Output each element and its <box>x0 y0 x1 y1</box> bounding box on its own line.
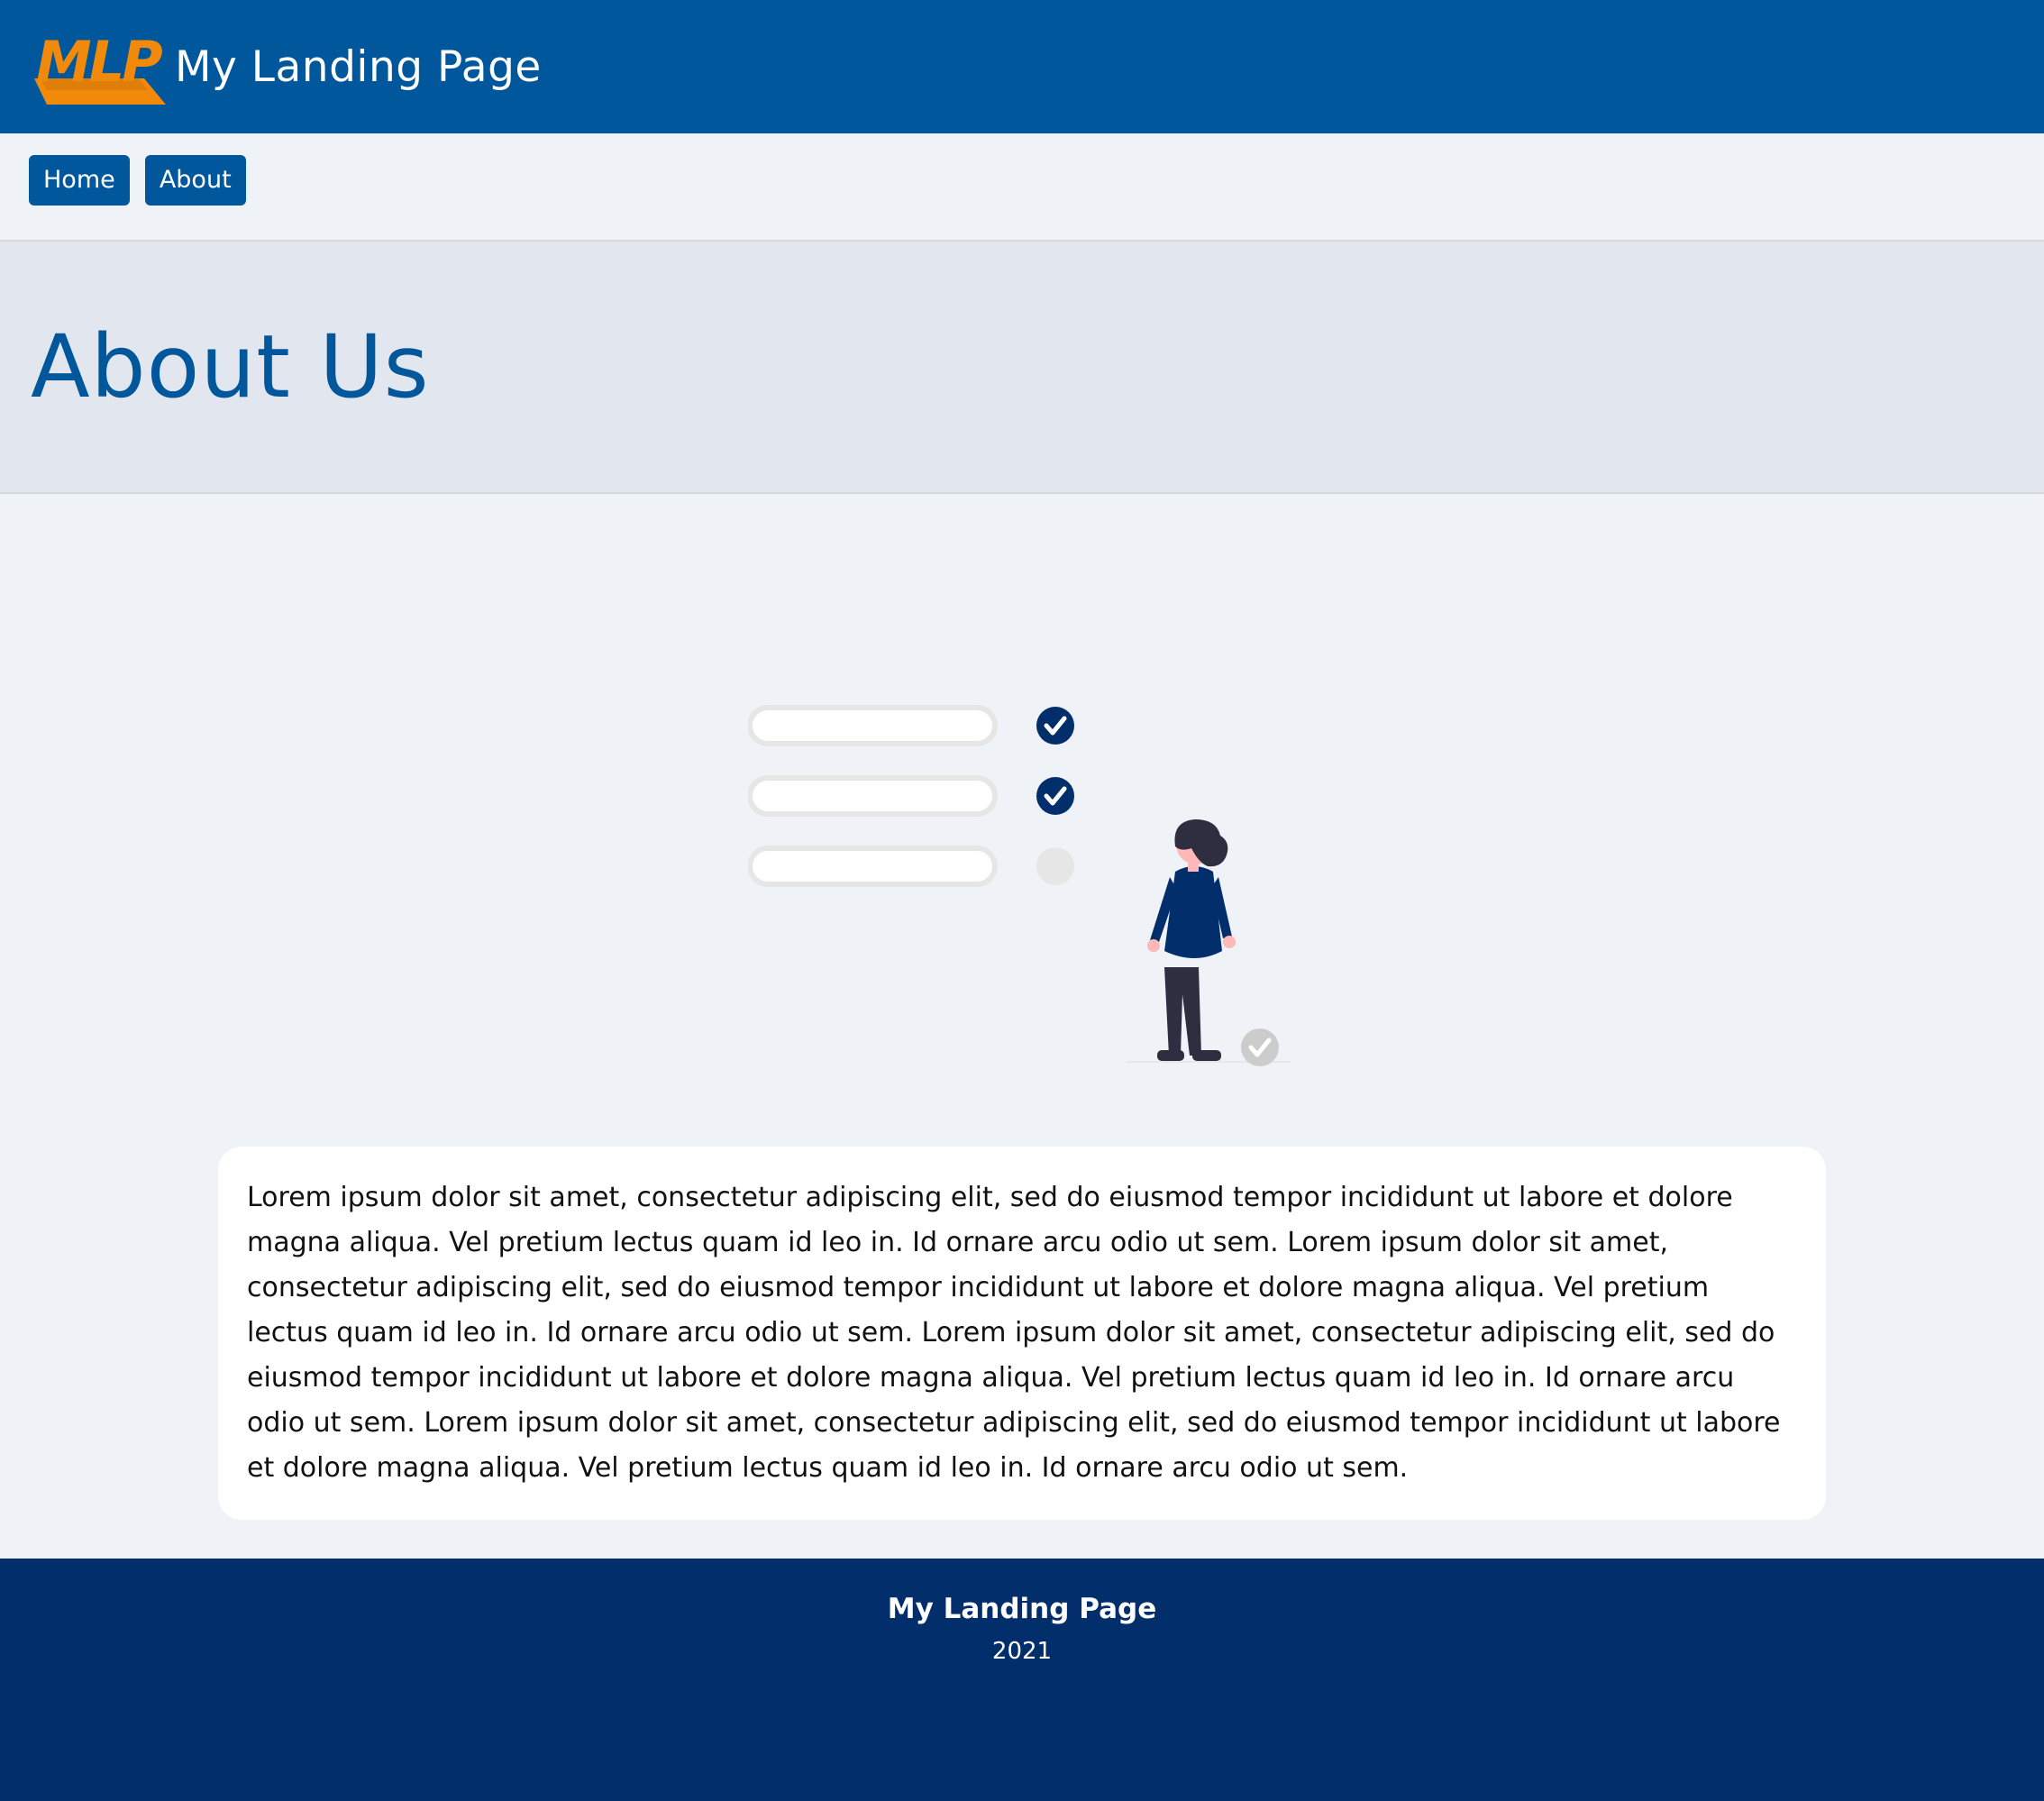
logo-text: MLP <box>36 29 162 95</box>
about-paragraph: Lorem ipsum dolor sit amet, consectetur … <box>247 1182 1781 1484</box>
checklist-row-2 <box>748 775 1074 817</box>
about-text-card: Lorem ipsum dolor sit amet, consectetur … <box>218 1147 1826 1520</box>
footer-year: 2021 <box>991 1638 1053 1665</box>
grey-check-icon <box>1241 1028 1279 1066</box>
main-content: Lorem ipsum dolor sit amet, consectetur … <box>0 494 2044 1558</box>
unchecked-icon <box>1036 847 1074 885</box>
site-header: MLP My Landing Page <box>0 0 2044 133</box>
checked-icon <box>1036 777 1074 815</box>
checklist-row-3 <box>748 846 1074 887</box>
person-figure <box>1147 819 1236 1061</box>
checklist-row-1 <box>748 705 1074 746</box>
main-nav: Home About <box>0 133 2044 242</box>
nav-about-button[interactable]: About <box>144 155 246 206</box>
checklist-illustration <box>748 705 1291 1066</box>
checked-icon <box>1036 707 1074 745</box>
mlp-logo[interactable]: MLP <box>34 29 168 105</box>
footer-title: My Landing Page <box>887 1593 1157 1625</box>
nav-home-button[interactable]: Home <box>29 155 130 206</box>
page-banner: About Us <box>0 242 2044 494</box>
site-title[interactable]: My Landing Page <box>175 42 542 92</box>
site-footer: My Landing Page 2021 <box>0 1559 2044 1801</box>
page-title: About Us <box>31 316 430 417</box>
